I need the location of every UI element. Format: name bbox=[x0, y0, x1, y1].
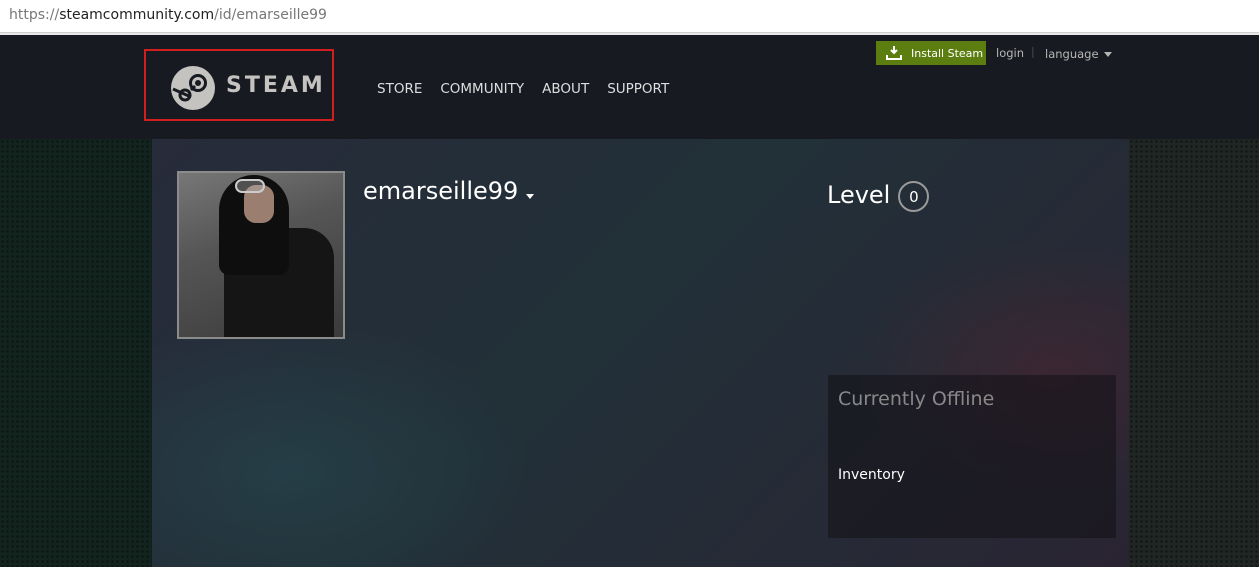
site-header: STEAM ® STORE COMMUNITY ABOUT SUPPORT In… bbox=[0, 35, 1259, 139]
login-link[interactable]: login bbox=[996, 46, 1024, 60]
download-icon bbox=[886, 46, 902, 60]
page-background-right bbox=[1129, 139, 1259, 567]
chevron-down-icon bbox=[1103, 52, 1112, 57]
steam-logo-text: STEAM bbox=[226, 73, 326, 98]
nav-support[interactable]: SUPPORT bbox=[607, 81, 669, 97]
url-text[interactable]: https://steamcommunity.com/id/emarseille… bbox=[9, 7, 327, 23]
main-nav: STORE COMMUNITY ABOUT SUPPORT bbox=[377, 81, 687, 97]
steam-logo-icon bbox=[171, 66, 215, 110]
language-label: language bbox=[1045, 47, 1099, 61]
profile-header: emarseille99 Level 0 Currently Offline I… bbox=[152, 139, 1129, 567]
level-badge: 0 bbox=[898, 181, 930, 212]
nav-about[interactable]: ABOUT bbox=[542, 81, 589, 97]
status-panel: Currently Offline Inventory bbox=[828, 375, 1116, 538]
language-dropdown[interactable]: language bbox=[1045, 47, 1112, 61]
inventory-link[interactable]: Inventory bbox=[838, 467, 905, 483]
profile-level: Level 0 bbox=[827, 177, 930, 212]
browser-url-bar[interactable]: https://steamcommunity.com/id/emarseille… bbox=[0, 0, 1259, 35]
url-host: steamcommunity.com bbox=[59, 7, 215, 23]
registered-mark: ® bbox=[314, 77, 320, 84]
avatar-glasses-shape bbox=[235, 179, 265, 193]
level-label: Level bbox=[827, 180, 891, 209]
header-separator: | bbox=[1031, 45, 1035, 58]
steam-logo-link[interactable]: STEAM ® bbox=[144, 49, 334, 121]
online-status: Currently Offline bbox=[838, 388, 995, 410]
url-path: /id/emarseille99 bbox=[214, 7, 327, 23]
install-steam-label: Install Steam bbox=[911, 46, 984, 60]
nav-store[interactable]: STORE bbox=[377, 81, 422, 97]
nav-community[interactable]: COMMUNITY bbox=[440, 81, 524, 97]
url-scheme: https:// bbox=[9, 7, 60, 23]
install-steam-button[interactable]: Install Steam bbox=[876, 41, 986, 65]
persona-name-dropdown[interactable]: emarseille99 bbox=[363, 177, 535, 205]
chevron-down-icon bbox=[526, 193, 535, 199]
avatar[interactable] bbox=[177, 171, 345, 339]
persona-name: emarseille99 bbox=[363, 177, 519, 205]
